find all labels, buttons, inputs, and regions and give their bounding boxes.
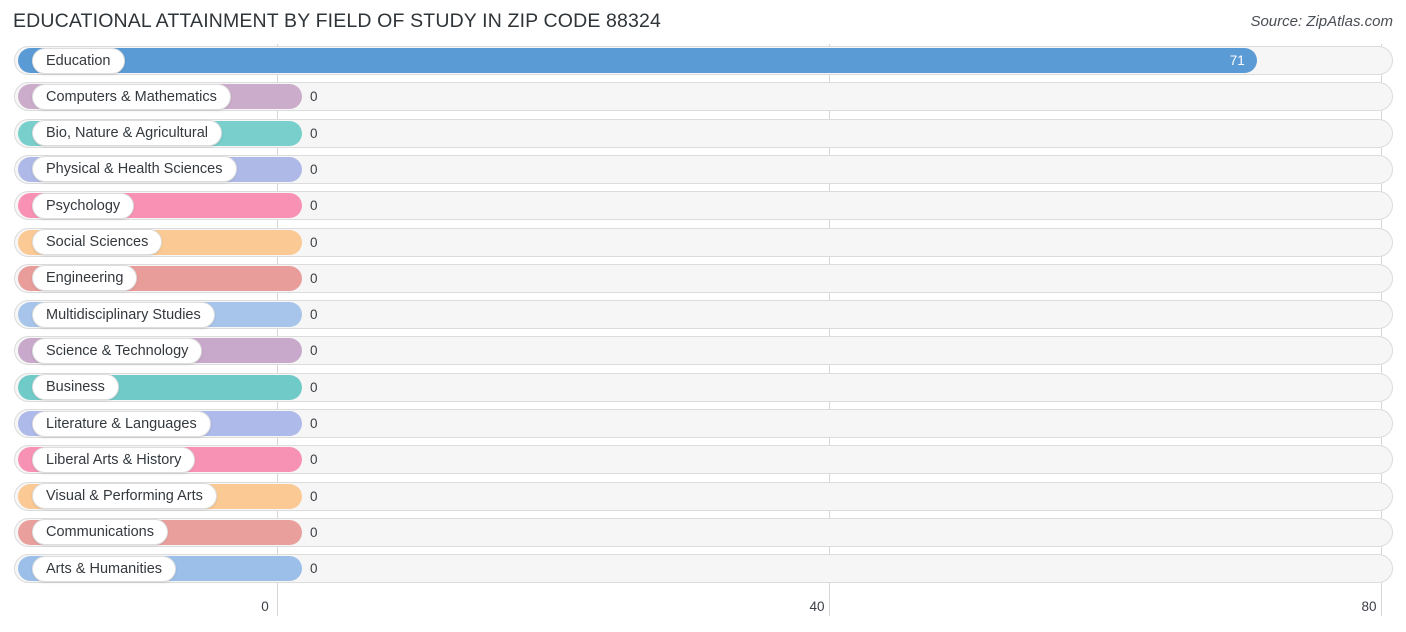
chart-row[interactable]: 0 Business	[0, 371, 1406, 407]
axis-tick-label: 0	[261, 599, 269, 614]
bar-value-label: 0	[310, 89, 318, 105]
chart-header: EDUCATIONAL ATTAINMENT BY FIELD OF STUDY…	[0, 0, 1406, 44]
chart-row[interactable]: 0 Arts & Humanities	[0, 552, 1406, 588]
x-axis: 0 40 80	[0, 595, 1406, 632]
bar-value-label: 0	[310, 270, 318, 286]
chart-plot-area: 71 Education 0 Computers & Mathematics 0 Bio,…	[0, 44, 1406, 595]
chart-row[interactable]: 0 Communications	[0, 516, 1406, 552]
category-label[interactable]: Physical & Health Sciences	[32, 156, 237, 183]
chart-row[interactable]: 0 Multidisciplinary Studies	[0, 298, 1406, 334]
category-label[interactable]: Literature & Languages	[32, 410, 211, 437]
bar-value-label: 0	[310, 198, 318, 214]
category-label[interactable]: Psychology	[32, 192, 135, 219]
chart-row[interactable]: 0 Science & Technology	[0, 334, 1406, 370]
category-label[interactable]: Science & Technology	[32, 337, 203, 364]
category-label[interactable]: Education	[32, 47, 125, 74]
category-label[interactable]: Social Sciences	[32, 229, 163, 255]
source-attribution: Source: ZipAtlas.com	[1250, 13, 1393, 30]
chart-row[interactable]: 0 Physical & Health Sciences	[0, 153, 1406, 189]
category-label[interactable]: Engineering	[32, 265, 138, 292]
chart-row[interactable]: 0 Social Sciences	[0, 226, 1406, 262]
page-title: EDUCATIONAL ATTAINMENT BY FIELD OF STUDY…	[13, 10, 662, 32]
category-label[interactable]: Bio, Nature & Agricultural	[32, 120, 222, 147]
bar-value-label: 0	[310, 416, 318, 431]
axis-tick-mark	[1381, 595, 1382, 616]
category-label[interactable]: Business	[32, 374, 119, 401]
bar-value-label: 0	[310, 125, 318, 141]
axis-tick-label: 40	[809, 599, 825, 614]
axis-tick-mark	[829, 595, 830, 616]
category-label[interactable]: Computers & Mathematics	[32, 83, 231, 110]
chart-row[interactable]: 0 Computers & Mathematics	[0, 80, 1406, 116]
chart-row[interactable]: 0 Engineering	[0, 262, 1406, 298]
category-label[interactable]: Arts & Humanities	[32, 555, 177, 582]
chart-row[interactable]: 0 Bio, Nature & Agricultural	[0, 117, 1406, 153]
bar[interactable]: 71	[18, 48, 1257, 73]
chart-row[interactable]: 0 Psychology	[0, 189, 1406, 225]
bar-value-label: 0	[310, 488, 318, 504]
bar-value-label: 0	[310, 452, 318, 468]
bar-value-label: 0	[310, 379, 318, 395]
bar-value-label: 71	[1229, 53, 1245, 68]
bar-value-label: 0	[310, 234, 318, 250]
chart-row[interactable]: 0 Literature & Languages	[0, 407, 1406, 443]
chart-row[interactable]: 0 Liberal Arts & History	[0, 443, 1406, 479]
category-label[interactable]: Visual & Performing Arts	[32, 483, 217, 510]
axis-tick-label: 80	[1361, 599, 1377, 614]
bar-value-label: 0	[310, 524, 318, 540]
bar-value-label: 0	[310, 161, 318, 177]
chart-row[interactable]: 71 Education	[0, 44, 1406, 80]
bar-value-label: 0	[310, 343, 318, 359]
category-label[interactable]: Liberal Arts & History	[32, 446, 196, 473]
bar-value-label: 0	[310, 561, 318, 577]
bar-value-label: 0	[310, 307, 318, 323]
category-label[interactable]: Multidisciplinary Studies	[32, 301, 215, 328]
category-label[interactable]: Communications	[32, 519, 168, 546]
chart-row[interactable]: 0 Visual & Performing Arts	[0, 480, 1406, 516]
axis-tick-mark	[277, 595, 278, 616]
